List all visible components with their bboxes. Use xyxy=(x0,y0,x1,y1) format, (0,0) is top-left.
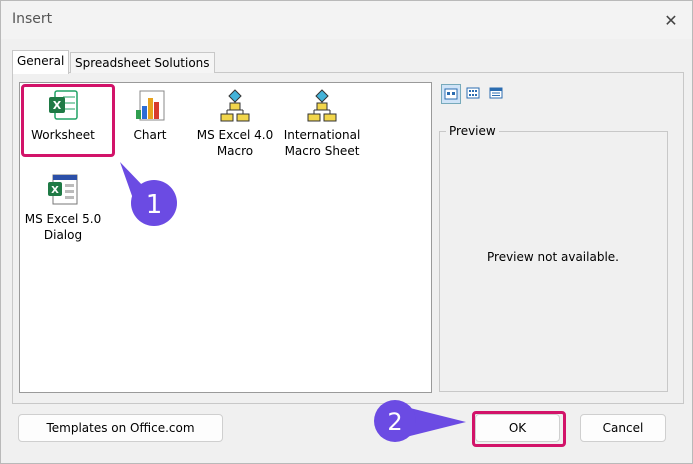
template-excel5-dialog-label: MS Excel 5.0 Dialog xyxy=(24,212,102,242)
chart-icon xyxy=(132,88,168,124)
details-view-icon xyxy=(489,87,503,99)
macro-flowchart-icon xyxy=(304,88,340,124)
template-international-macro-sheet[interactable]: International Macro Sheet xyxy=(277,88,367,159)
title-bar: Insert ✕ xyxy=(1,1,692,39)
list-view-button[interactable] xyxy=(464,84,482,102)
svg-text:X: X xyxy=(51,185,59,196)
macro-flowchart-icon xyxy=(217,88,253,124)
step-1-number: 1 xyxy=(146,190,163,220)
templates-on-office-label: Templates on Office.com xyxy=(46,421,195,435)
template-chart-label: Chart xyxy=(133,128,167,142)
template-international-macro-sheet-label: International Macro Sheet xyxy=(283,128,361,158)
preview-label: Preview xyxy=(446,124,499,138)
excel-dialog-icon: X xyxy=(45,172,81,208)
step-1-badge: 1 xyxy=(120,162,177,226)
cancel-label: Cancel xyxy=(602,421,644,435)
template-chart[interactable]: Chart xyxy=(105,88,195,143)
step-2-number: 2 xyxy=(387,408,402,436)
list-view-icon xyxy=(466,87,480,99)
preview-message: Preview not available. xyxy=(487,250,619,264)
dialog-title: Insert xyxy=(12,11,53,27)
template-excel4-macro[interactable]: MS Excel 4.0 Macro xyxy=(190,88,280,159)
tab-spreadsheet-solutions-label: Spreadsheet Solutions xyxy=(75,56,210,70)
details-view-button[interactable] xyxy=(487,84,505,102)
worksheet-highlight-box xyxy=(21,84,115,157)
close-icon: ✕ xyxy=(664,10,678,30)
large-icons-view-button[interactable] xyxy=(441,84,461,104)
template-excel5-dialog[interactable]: X MS Excel 5.0 Dialog xyxy=(18,172,108,243)
templates-on-office-button[interactable]: Templates on Office.com xyxy=(18,414,223,442)
cancel-button[interactable]: Cancel xyxy=(580,414,666,442)
step-2-badge: 2 xyxy=(374,400,466,442)
tab-spreadsheet-solutions[interactable]: Spreadsheet Solutions xyxy=(70,52,215,73)
tab-general[interactable]: General xyxy=(12,50,70,74)
tab-general-label: General xyxy=(17,54,65,68)
large-icons-view-icon xyxy=(444,88,458,100)
close-button[interactable]: ✕ xyxy=(653,5,689,35)
ok-highlight-box xyxy=(472,411,566,447)
template-excel4-macro-label: MS Excel 4.0 Macro xyxy=(196,128,274,158)
